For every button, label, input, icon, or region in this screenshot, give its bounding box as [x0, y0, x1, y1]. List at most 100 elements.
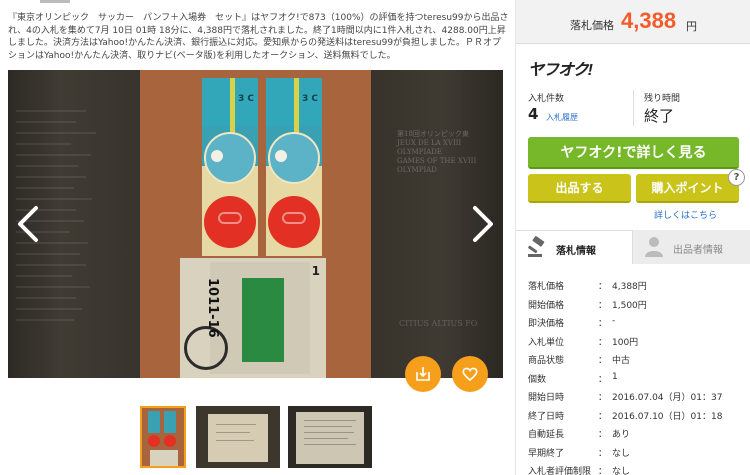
info-row: 開始価格 ： 1,500円: [528, 295, 748, 314]
save-image-button[interactable]: [405, 356, 441, 392]
football-program: 1011-16 1: [180, 258, 326, 378]
info-tabs: 落札情報 出品者情報: [516, 230, 750, 264]
main-photo[interactable]: 3 C 3 C 1011-16 1: [140, 70, 371, 378]
info-value: 2016.07.04（月）01：37: [612, 393, 723, 403]
info-value: なし: [612, 448, 631, 459]
watchlist-button[interactable]: [452, 356, 488, 392]
ticket-white-dot: [211, 150, 223, 162]
info-key: 早期終了: [528, 448, 565, 459]
info-key: 即決価格: [528, 319, 565, 329]
info-separator: ：: [598, 282, 608, 292]
info-row: 早期終了 ： なし: [528, 443, 748, 462]
auction-page: 『東京オリンピック サッカー パンフ＋入場券 セット』はヤフオク!で873（10…: [0, 0, 750, 475]
yahuoku-logo[interactable]: ヤフオク!: [528, 56, 593, 80]
ticket: 3 C: [266, 78, 322, 256]
top-fragment: [40, 0, 70, 3]
info-row: 個数 ： 1: [528, 369, 748, 388]
info-row: 落札価格 ： 4,388円: [528, 276, 748, 295]
info-separator: ：: [598, 411, 608, 422]
info-row: 商品状態 ： 中古: [528, 350, 748, 369]
final-price-value: 4,388: [621, 8, 677, 33]
info-value: 中古: [612, 356, 631, 366]
info-separator: ：: [598, 337, 608, 348]
program-title: 1011-16: [205, 278, 220, 338]
stat-divider: [633, 90, 634, 126]
info-key: 個数: [528, 374, 547, 385]
info-value: 1,500円: [612, 300, 647, 311]
ticket: 3 C: [202, 78, 258, 256]
final-price-bar: 落札価格 4,388 円: [516, 0, 750, 44]
info-separator: ：: [598, 393, 608, 403]
time-remaining-value: 終了: [644, 107, 675, 125]
info-key: 自動延長: [528, 430, 565, 440]
help-icon[interactable]: ?: [728, 169, 745, 186]
info-value: 2016.07.10（日）01：18: [612, 411, 723, 422]
info-separator: ：: [598, 319, 608, 329]
info-row: 終了日時 ： 2016.07.10（日）01：18: [528, 406, 748, 425]
program-number: 1: [311, 264, 320, 278]
doc-bottom-text: CITIUS ALTIUS FO: [399, 319, 478, 328]
ticket-white-dot: [275, 150, 287, 162]
info-value: -: [612, 316, 616, 326]
info-separator: ：: [598, 430, 608, 440]
info-row: 即決価格 ： -: [528, 313, 748, 332]
program-green-figure: [242, 278, 284, 362]
info-separator: ：: [598, 300, 608, 311]
ticket-seat: 3 C: [238, 94, 255, 104]
info-row: 開始日時 ： 2016.07.04（月）01：37: [528, 387, 748, 406]
info-value: 100円: [612, 337, 639, 348]
info-key: 開始日時: [528, 393, 565, 403]
thumbnail-2[interactable]: [196, 406, 280, 468]
bid-history-link[interactable]: 入札履歴: [546, 112, 578, 123]
auction-info-list: 落札価格： 4,388円 開始価格： 1,500円 即決価格： - 入札単位： 100円…: [528, 276, 748, 475]
olympic-rings: [218, 212, 242, 224]
chevron-left-icon[interactable]: [16, 205, 40, 243]
auction-sidebar: 落札価格 4,388 円 ヤフオク! 入札件数 4 入札履歴 残り時間 終了 ヤ…: [515, 0, 750, 475]
info-key: 開始価格: [528, 300, 565, 311]
info-value: あり: [612, 430, 631, 440]
doc-line: 第18回オリンピック東: [397, 130, 469, 138]
info-value: なし: [612, 467, 631, 475]
info-key: 終了日時: [528, 411, 565, 422]
sell-button[interactable]: 出品する: [528, 174, 631, 203]
details-link[interactable]: 詳しくはこちら: [654, 208, 717, 221]
chevron-right-icon[interactable]: [471, 205, 495, 243]
thumbnail-1[interactable]: [140, 406, 186, 468]
top-strip: [0, 0, 515, 8]
thumbnail-3[interactable]: [288, 406, 372, 468]
time-remaining-label: 残り時間: [644, 94, 681, 104]
info-key: 入札単位: [528, 337, 565, 348]
info-row: 入札単位 ： 100円: [528, 332, 748, 351]
info-separator: ：: [598, 448, 608, 459]
info-row: 自動延長 ： あり: [528, 424, 748, 443]
info-separator: ：: [598, 467, 608, 475]
info-key: 落札価格: [528, 282, 565, 292]
final-price-label: 落札価格: [570, 19, 614, 32]
auction-description: 『東京オリンピック サッカー パンフ＋入場券 セット』はヤフオク!で873（10…: [8, 13, 509, 61]
tab-bid-info-label: 落札情報: [556, 246, 596, 257]
image-gallery[interactable]: 第18回オリンピック東 JEUX DE LA XVIII OLYMPIADE G…: [8, 70, 503, 378]
tab-bid-info[interactable]: 落札情報: [516, 230, 633, 264]
purchase-points-button[interactable]: 購入ポイント: [636, 174, 739, 203]
info-value: 1: [612, 371, 618, 382]
tab-seller-info[interactable]: 出品者情報: [633, 230, 750, 264]
info-row: 入札者評価制限 ： なし: [528, 461, 748, 475]
person-icon: [645, 237, 663, 257]
doc-line: GAMES OF THE XVIII OLYMPIAD: [397, 157, 477, 174]
tab-seller-info-label: 出品者情報: [673, 245, 723, 256]
olympic-rings: [282, 212, 306, 224]
info-separator: ：: [598, 356, 608, 366]
view-on-yahuoku-button[interactable]: ヤフオク!で詳しく見る: [528, 137, 739, 169]
final-price-unit: 円: [686, 20, 697, 33]
info-key: 入札者評価制限: [528, 467, 592, 475]
doc-line: JEUX DE LA XVIII OLYMPIADE: [397, 139, 462, 156]
bid-count-label: 入札件数: [528, 94, 565, 104]
info-separator: ：: [598, 374, 608, 385]
info-value: 4,388円: [612, 282, 647, 292]
gavel-icon: [528, 236, 545, 257]
download-icon: [416, 367, 430, 381]
info-key: 商品状態: [528, 356, 565, 366]
heart-icon: [462, 367, 478, 382]
bid-count-value: 4: [528, 105, 539, 123]
ticket-seat: 3 C: [302, 94, 319, 104]
